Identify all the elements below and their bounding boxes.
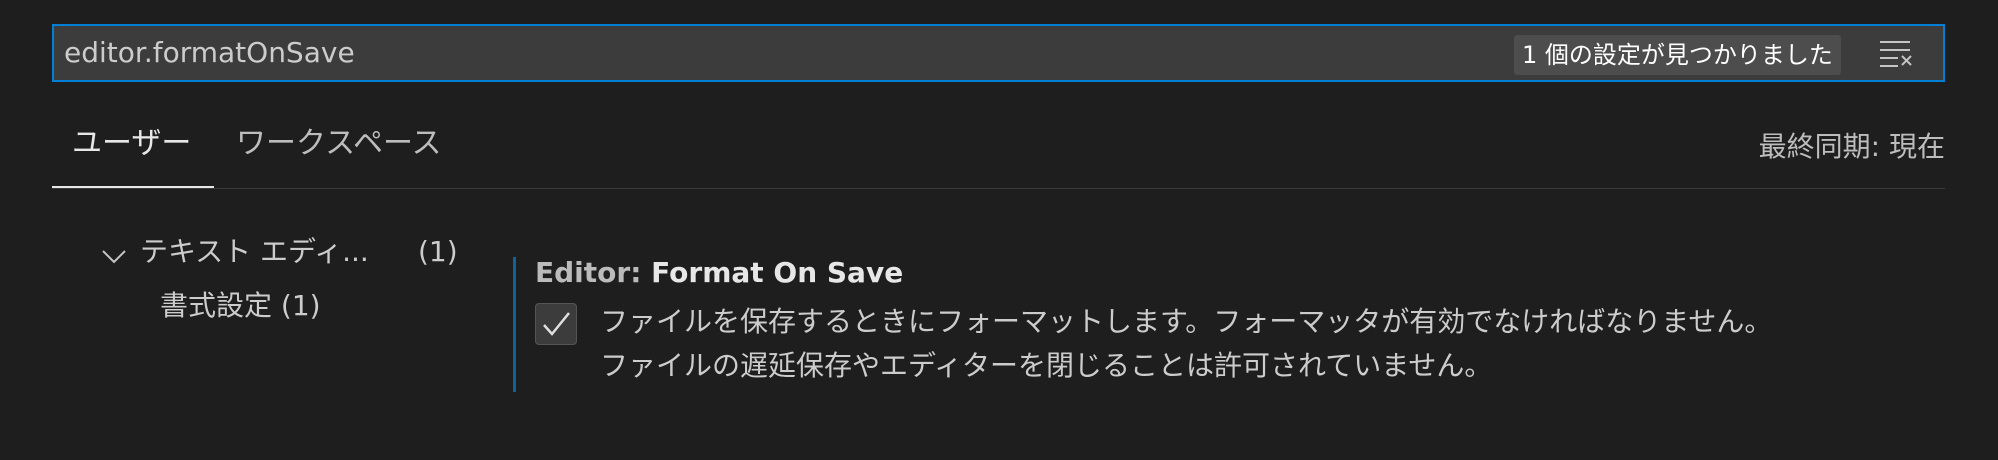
checkmark-icon	[543, 312, 570, 336]
settings-search-input[interactable]	[64, 26, 1504, 80]
setting-name: Format On Save	[651, 256, 904, 289]
setting-description-line-2: ファイルの遅延保存やエディターを閉じることは許可されていません。	[600, 349, 1493, 382]
tabs-divider	[52, 188, 1945, 189]
setting-description-line-1: ファイルを保存するときにフォーマットします。フォーマッタが有効でなければなりませ…	[600, 305, 1773, 338]
toc-group-label: テキスト エディ...	[140, 235, 369, 268]
tab-user-label: ユーザー	[72, 126, 192, 161]
tab-user[interactable]: ユーザー	[52, 118, 214, 188]
toc-item-formatting[interactable]: 書式設定 (1)	[160, 286, 321, 326]
chevron-down-icon	[100, 240, 128, 264]
setting-category: Editor:	[535, 256, 652, 289]
toc-group-count: (1)	[418, 235, 458, 268]
setting-description: ファイルを保存するときにフォーマットします。フォーマッタが有効でなければなりませ…	[600, 300, 1940, 388]
setting-modified-indicator	[513, 257, 516, 392]
search-result-count: 1 個の設定が見つかりました	[1514, 35, 1841, 75]
format-on-save-checkbox[interactable]	[535, 303, 577, 345]
tab-workspace[interactable]: ワークスペース	[236, 118, 442, 188]
settings-search-bar[interactable]: 1 個の設定が見つかりました	[52, 24, 1945, 82]
tab-workspace-label: ワークスペース	[236, 126, 442, 161]
sync-status: 最終同期: 現在	[1758, 130, 1945, 163]
clear-filter-icon[interactable]	[1876, 37, 1916, 71]
setting-title: Editor: Format On Save	[535, 256, 903, 289]
